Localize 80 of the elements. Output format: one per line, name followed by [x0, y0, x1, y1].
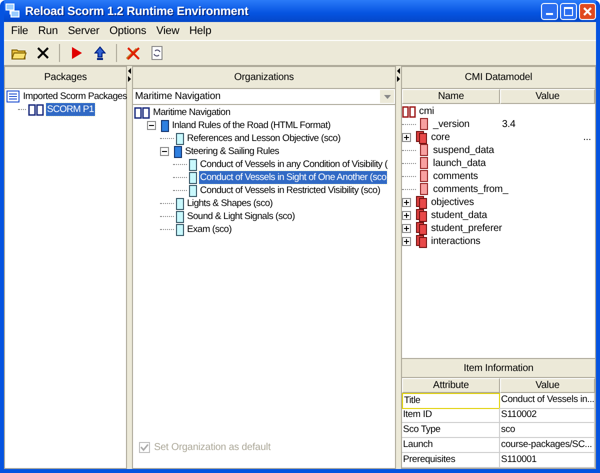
- tree-item[interactable]: Conduct of Vessels in any Condition of Visibility (: [199, 158, 388, 171]
- maximize-icon: [564, 6, 573, 16]
- tree-item[interactable]: Steering & Sailing Rules: [184, 145, 280, 158]
- expand-toggle[interactable]: [402, 133, 411, 142]
- minimize-button[interactable]: [541, 2, 558, 20]
- tree-item[interactable]: launch_data: [432, 157, 487, 170]
- tree-item[interactable]: student_preferer: [430, 222, 503, 235]
- tree-item[interactable]: objectives: [430, 196, 475, 209]
- window-title: Reload Scorm 1.2 Runtime Environment: [25, 4, 250, 18]
- menu-item[interactable]: File: [6, 25, 34, 37]
- column-header[interactable]: Value: [500, 378, 595, 393]
- book-icon: [28, 103, 44, 116]
- page-icon: [418, 170, 430, 183]
- tree-item[interactable]: Lights & Shapes (sco): [186, 197, 274, 210]
- menu-item[interactable]: Server: [62, 25, 104, 37]
- table-cell: S110001: [500, 453, 595, 468]
- up-arrow-icon: [92, 45, 108, 61]
- tree-item[interactable]: comments: [432, 170, 479, 183]
- menu-item[interactable]: Run: [33, 25, 63, 37]
- pages-icon: [416, 235, 428, 248]
- tree-item[interactable]: cmi: [418, 105, 436, 118]
- check-icon: [140, 443, 149, 452]
- maximize-button[interactable]: [560, 2, 577, 20]
- tree-item[interactable]: Conduct of Vessels in Restricted Visibility (sco): [199, 184, 382, 197]
- expand-toggle[interactable]: [402, 224, 411, 233]
- expand-toggle[interactable]: [402, 211, 411, 220]
- pages-icon: [416, 196, 428, 209]
- page-icon: [418, 183, 430, 196]
- network-icon: [5, 3, 21, 19]
- value-text: 3.4: [501, 119, 516, 130]
- tree-item[interactable]: suspend_data: [432, 144, 496, 157]
- page-icon: [418, 118, 430, 131]
- page-icon: [418, 157, 430, 170]
- value-text: ...: [582, 132, 592, 143]
- close-icon: [583, 6, 592, 16]
- pages-icon: [416, 209, 428, 222]
- tree-item[interactable]: Conduct of Vessels in Sight of One Another (sco: [199, 171, 388, 184]
- table-cell: Conduct of Vessels in...: [500, 393, 596, 409]
- panel-header: Item Information: [402, 358, 595, 378]
- refresh-icon: [149, 45, 165, 61]
- table-cell: sco: [500, 423, 595, 438]
- page-icon: [418, 144, 430, 157]
- table-cell: S110002: [500, 408, 595, 423]
- dropdown-arrow-icon: [384, 94, 390, 98]
- tree-item[interactable]: References and Lesson Objective (sco): [186, 132, 342, 145]
- table-cell[interactable]: Sco Type: [402, 423, 500, 438]
- delete-icon: [35, 45, 51, 61]
- column-header[interactable]: Value: [500, 89, 595, 104]
- tree-item[interactable]: Exam (sco): [186, 223, 233, 236]
- organization-dropdown[interactable]: Maritime Navigation: [133, 89, 395, 105]
- table-cell[interactable]: Title: [402, 393, 500, 409]
- tree-item[interactable]: core: [430, 131, 451, 144]
- tree-item[interactable]: Maritime Navigation: [152, 106, 232, 119]
- menu-item[interactable]: Options: [104, 25, 152, 37]
- menu-item[interactable]: View: [151, 25, 184, 37]
- expand-toggle[interactable]: [402, 237, 411, 246]
- tree-item[interactable]: Sound & Light Signals (sco): [186, 210, 296, 223]
- collapse-toggle[interactable]: [160, 147, 169, 156]
- page-icon: [161, 120, 169, 132]
- tree-item[interactable]: interactions: [430, 235, 482, 248]
- table-cell[interactable]: Item ID: [402, 408, 500, 423]
- tools-icon: [125, 45, 141, 61]
- minimize-icon: [546, 12, 553, 14]
- tree-item[interactable]: Imported Scorm Packages: [22, 90, 128, 103]
- collapse-toggle[interactable]: [147, 121, 156, 130]
- column-header[interactable]: Attribute: [402, 378, 500, 393]
- table-cell[interactable]: Prerequisites: [402, 453, 500, 468]
- tree-item[interactable]: SCORM P1: [46, 103, 95, 116]
- menu-item[interactable]: Help: [184, 25, 216, 37]
- pages-icon: [416, 131, 428, 144]
- table-cell: course-packages/SC...: [500, 438, 595, 453]
- tree-item[interactable]: Inland Rules of the Road (HTML Format): [171, 119, 332, 132]
- column-header[interactable]: Name: [402, 89, 500, 104]
- close-button[interactable]: [579, 2, 596, 20]
- tree-item[interactable]: _version: [432, 118, 471, 131]
- tree-item[interactable]: comments_from_: [432, 183, 510, 196]
- expand-toggle[interactable]: [402, 198, 411, 207]
- table-cell[interactable]: Launch: [402, 438, 500, 453]
- pages-icon: [416, 222, 428, 235]
- tree-item[interactable]: student_data: [430, 209, 488, 222]
